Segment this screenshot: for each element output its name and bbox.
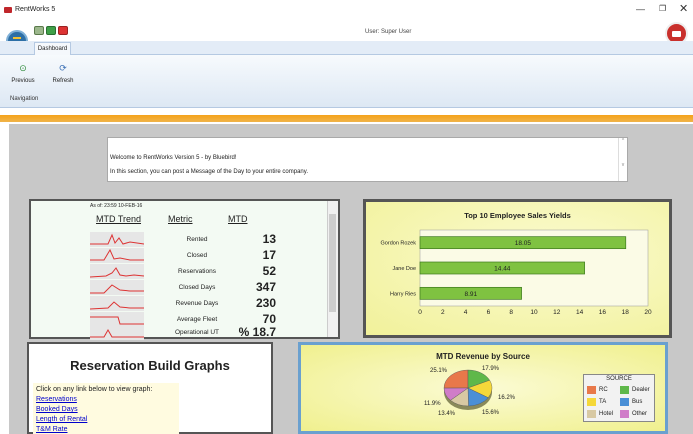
current-user: User: Super User [365, 29, 412, 35]
legend-item-bus: Bus [620, 398, 642, 406]
legend-item-rc: RC [587, 386, 608, 394]
exit-icon[interactable] [58, 26, 68, 35]
legend-title: SOURCE [606, 376, 632, 382]
x-tick-label: 8 [509, 309, 513, 316]
metric-row: Operational UT % 18.7 [90, 325, 325, 340]
refresh-button[interactable]: ⟳ Refresh [46, 61, 80, 93]
legend-swatch [587, 410, 596, 418]
metric-header: Metric [168, 214, 193, 224]
ribbon-tab-strip [0, 41, 693, 55]
sales-chart-title: Top 10 Employee Sales Yields [464, 211, 571, 220]
header-divider [0, 115, 693, 122]
app-logo-icon [4, 7, 12, 13]
link-reservations[interactable]: Reservations [36, 396, 77, 403]
sparkline [90, 325, 144, 340]
refresh-label: Refresh [52, 78, 74, 84]
sparkline [90, 264, 144, 279]
legend-swatch [620, 398, 629, 406]
x-tick-label: 16 [599, 309, 607, 316]
message-line: In this section, you can post a Message … [110, 169, 308, 175]
metric-value: 230 [255, 296, 276, 310]
previous-icon: ⊙ [19, 63, 27, 73]
metric-row: Revenue Days 230 [90, 296, 325, 311]
close-icon[interactable]: ✕ [679, 2, 688, 15]
trend-scroll-thumb[interactable] [329, 214, 336, 312]
group-label: Navigation [10, 96, 39, 102]
forward-icon[interactable] [46, 26, 56, 35]
legend-swatch [620, 410, 629, 418]
title-bar [0, 0, 693, 22]
mtd-header: MTD [228, 214, 248, 224]
metric-value: 13 [262, 232, 276, 246]
sparkline [90, 232, 144, 247]
refresh-icon: ⟳ [59, 63, 67, 73]
x-tick-label: 4 [464, 309, 468, 316]
metric-value: 52 [262, 264, 276, 278]
legend-item-other: Other [620, 410, 647, 418]
x-tick-label: 20 [644, 309, 652, 316]
revenue-chart-title: MTD Revenue by Source [436, 352, 530, 361]
legend-swatch [587, 386, 596, 394]
metric-value: % 18.7 [238, 325, 276, 339]
link-length-of-rental[interactable]: Length of Rental [36, 416, 87, 423]
bar-data-label: 14.44 [494, 266, 511, 273]
sparkline [90, 296, 144, 311]
x-tick-label: 6 [487, 309, 491, 316]
metric-row: Rented 13 [90, 232, 325, 247]
bar-data-label: 18.05 [515, 240, 532, 247]
x-tick-label: 18 [622, 309, 630, 316]
pie-slice [443, 369, 469, 389]
quick-access-toolbar [34, 26, 68, 36]
back-icon[interactable] [34, 26, 44, 35]
ribbon [0, 55, 693, 108]
metric-value: 70 [262, 312, 276, 326]
restore-icon[interactable]: ❐ [659, 4, 666, 13]
x-tick-label: 2 [441, 309, 445, 316]
sparkline [90, 280, 144, 295]
link-tm-rate[interactable]: T&M Rate [36, 426, 68, 433]
pie-label: 25.1% [430, 368, 448, 374]
pie-label: 11.9% [424, 401, 441, 407]
legend-swatch [587, 398, 596, 406]
pie-label: 13.4% [438, 411, 456, 417]
bar-data-label: 8.91 [464, 291, 477, 298]
as-of-timestamp: As of: 23:59 10-FEB-16 [90, 203, 143, 209]
metric-row: Closed Days 347 [90, 280, 325, 295]
pie-label: 17.9% [482, 366, 500, 372]
x-tick-label: 14 [576, 309, 584, 316]
metric-value: 17 [262, 248, 276, 262]
tab-dashboard[interactable]: Dashboard [34, 42, 71, 55]
metric-value: 347 [255, 280, 276, 294]
previous-label: Previous [11, 78, 35, 84]
message-scrollbar[interactable]: ^ v [618, 138, 627, 181]
bar-category-label: Harry Ries [390, 291, 416, 297]
sparkline [90, 248, 144, 263]
legend-item-hotel: Hotel [587, 410, 613, 418]
minimize-icon[interactable]: — [636, 4, 645, 14]
x-tick-label: 0 [418, 309, 422, 316]
message-line: Welcome to RentWorks Version 5 - by Blue… [110, 155, 237, 161]
legend-swatch [620, 386, 629, 394]
reservation-intro: Click on any link below to view graph: [36, 386, 153, 393]
legend-item-dealer: Dealer [620, 386, 650, 394]
x-tick-label: 12 [553, 309, 561, 316]
trend-header: MTD Trend [96, 214, 142, 224]
previous-button[interactable]: ⊙ Previous [6, 61, 40, 93]
bar-category-label: Jane Doe [392, 266, 416, 272]
bar-category-label: Gordon Rozek [381, 241, 417, 247]
pie-label: 16.2% [498, 395, 516, 401]
metric-row: Reservations 52 [90, 264, 325, 279]
link-booked-days[interactable]: Booked Days [36, 406, 78, 413]
window-title: RentWorks 5 [15, 6, 56, 13]
metric-row: Closed 17 [90, 248, 325, 263]
revenue-pie-chart [443, 369, 493, 410]
sales-yields-chart: Gordon Rozek 18.05 Jane Doe 14.44 Harry Ries… [381, 229, 652, 316]
x-tick-label: 10 [530, 309, 538, 316]
reservation-panel-title: Reservation Build Graphs [70, 358, 230, 373]
pie-label: 15.6% [482, 410, 500, 416]
legend-item-ta: TA [587, 398, 606, 406]
